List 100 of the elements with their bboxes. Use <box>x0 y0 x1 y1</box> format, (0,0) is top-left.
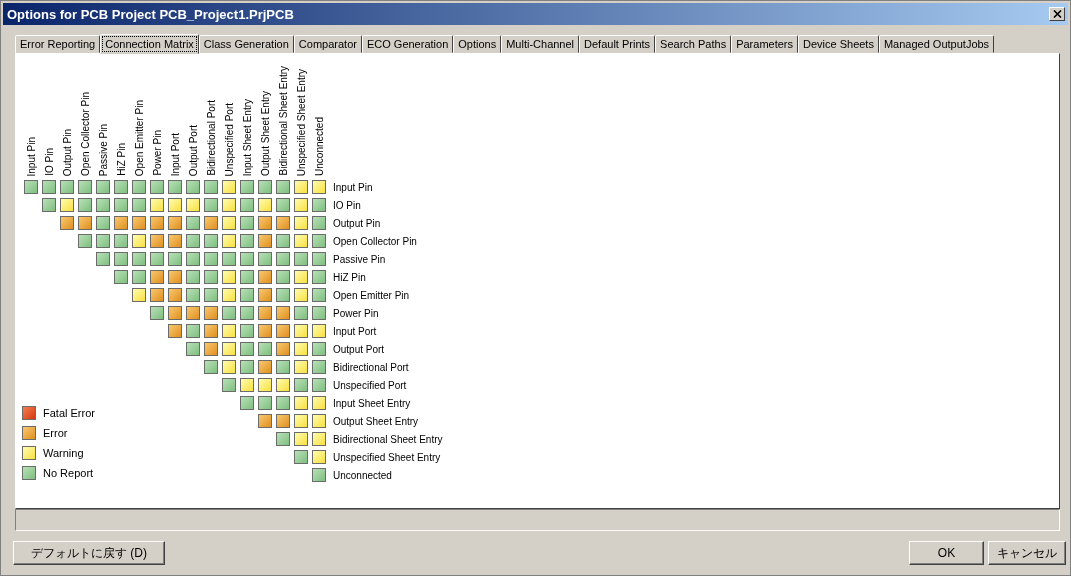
matrix-cell[interactable] <box>312 360 326 374</box>
matrix-cell[interactable] <box>186 306 200 320</box>
matrix-cell[interactable] <box>240 216 254 230</box>
matrix-cell[interactable] <box>294 360 308 374</box>
matrix-cell[interactable] <box>240 342 254 356</box>
tab[interactable]: Class Generation <box>198 35 294 53</box>
matrix-cell[interactable] <box>150 306 164 320</box>
tab[interactable]: Error Reporting <box>15 35 101 53</box>
defaults-button[interactable]: デフォルトに戻す (D) <box>13 541 165 565</box>
matrix-cell[interactable] <box>96 216 110 230</box>
matrix-cell[interactable] <box>258 414 272 428</box>
tab[interactable]: Parameters <box>731 35 798 53</box>
matrix-cell[interactable] <box>258 288 272 302</box>
matrix-cell[interactable] <box>42 180 56 194</box>
matrix-cell[interactable] <box>312 450 326 464</box>
matrix-cell[interactable] <box>132 288 146 302</box>
matrix-cell[interactable] <box>276 342 290 356</box>
matrix-cell[interactable] <box>276 432 290 446</box>
tab[interactable]: Default Prints <box>579 35 656 53</box>
matrix-cell[interactable] <box>222 234 236 248</box>
matrix-cell[interactable] <box>204 198 218 212</box>
matrix-cell[interactable] <box>186 198 200 212</box>
matrix-cell[interactable] <box>222 288 236 302</box>
matrix-cell[interactable] <box>186 216 200 230</box>
matrix-cell[interactable] <box>258 396 272 410</box>
matrix-cell[interactable] <box>168 324 182 338</box>
matrix-cell[interactable] <box>312 270 326 284</box>
matrix-cell[interactable] <box>294 450 308 464</box>
matrix-cell[interactable] <box>78 180 92 194</box>
matrix-cell[interactable] <box>96 252 110 266</box>
matrix-cell[interactable] <box>24 180 38 194</box>
matrix-cell[interactable] <box>294 216 308 230</box>
matrix-cell[interactable] <box>276 306 290 320</box>
matrix-cell[interactable] <box>240 360 254 374</box>
matrix-cell[interactable] <box>114 252 128 266</box>
matrix-cell[interactable] <box>312 252 326 266</box>
matrix-cell[interactable] <box>150 270 164 284</box>
matrix-cell[interactable] <box>60 198 74 212</box>
matrix-cell[interactable] <box>132 252 146 266</box>
matrix-cell[interactable] <box>258 234 272 248</box>
matrix-cell[interactable] <box>168 252 182 266</box>
matrix-cell[interactable] <box>96 198 110 212</box>
matrix-cell[interactable] <box>60 180 74 194</box>
matrix-cell[interactable] <box>312 288 326 302</box>
matrix-cell[interactable] <box>114 234 128 248</box>
matrix-cell[interactable] <box>276 234 290 248</box>
matrix-cell[interactable] <box>204 270 218 284</box>
matrix-cell[interactable] <box>60 216 74 230</box>
matrix-cell[interactable] <box>222 360 236 374</box>
tab[interactable]: Device Sheets <box>798 35 879 53</box>
matrix-cell[interactable] <box>240 198 254 212</box>
tab[interactable]: Connection Matrix <box>100 34 199 54</box>
matrix-cell[interactable] <box>168 180 182 194</box>
matrix-cell[interactable] <box>168 216 182 230</box>
matrix-cell[interactable] <box>168 198 182 212</box>
matrix-cell[interactable] <box>276 378 290 392</box>
matrix-cell[interactable] <box>312 216 326 230</box>
matrix-cell[interactable] <box>276 360 290 374</box>
tab[interactable]: Managed OutputJobs <box>878 35 995 53</box>
tab[interactable]: Options <box>453 35 502 53</box>
matrix-cell[interactable] <box>222 378 236 392</box>
matrix-cell[interactable] <box>294 288 308 302</box>
matrix-cell[interactable] <box>168 270 182 284</box>
matrix-cell[interactable] <box>258 198 272 212</box>
matrix-cell[interactable] <box>240 306 254 320</box>
tab[interactable]: ECO Generation <box>361 35 454 53</box>
matrix-cell[interactable] <box>204 360 218 374</box>
matrix-cell[interactable] <box>312 468 326 482</box>
tab[interactable]: Comparator <box>293 35 362 53</box>
matrix-cell[interactable] <box>240 234 254 248</box>
matrix-cell[interactable] <box>222 270 236 284</box>
matrix-cell[interactable] <box>132 180 146 194</box>
matrix-cell[interactable] <box>258 306 272 320</box>
matrix-cell[interactable] <box>150 234 164 248</box>
matrix-cell[interactable] <box>294 180 308 194</box>
matrix-cell[interactable] <box>294 378 308 392</box>
matrix-cell[interactable] <box>258 342 272 356</box>
matrix-cell[interactable] <box>78 234 92 248</box>
cancel-button[interactable]: キャンセル <box>988 541 1066 565</box>
matrix-cell[interactable] <box>312 180 326 194</box>
matrix-cell[interactable] <box>168 288 182 302</box>
matrix-cell[interactable] <box>114 180 128 194</box>
matrix-cell[interactable] <box>276 270 290 284</box>
matrix-cell[interactable] <box>222 342 236 356</box>
matrix-cell[interactable] <box>222 180 236 194</box>
matrix-cell[interactable] <box>222 306 236 320</box>
matrix-cell[interactable] <box>276 288 290 302</box>
matrix-cell[interactable] <box>312 342 326 356</box>
matrix-cell[interactable] <box>258 252 272 266</box>
matrix-cell[interactable] <box>312 378 326 392</box>
matrix-cell[interactable] <box>186 288 200 302</box>
matrix-cell[interactable] <box>276 396 290 410</box>
matrix-cell[interactable] <box>240 288 254 302</box>
matrix-cell[interactable] <box>150 288 164 302</box>
matrix-cell[interactable] <box>186 342 200 356</box>
matrix-cell[interactable] <box>294 252 308 266</box>
matrix-cell[interactable] <box>204 342 218 356</box>
matrix-cell[interactable] <box>114 198 128 212</box>
matrix-cell[interactable] <box>312 396 326 410</box>
matrix-cell[interactable] <box>312 414 326 428</box>
